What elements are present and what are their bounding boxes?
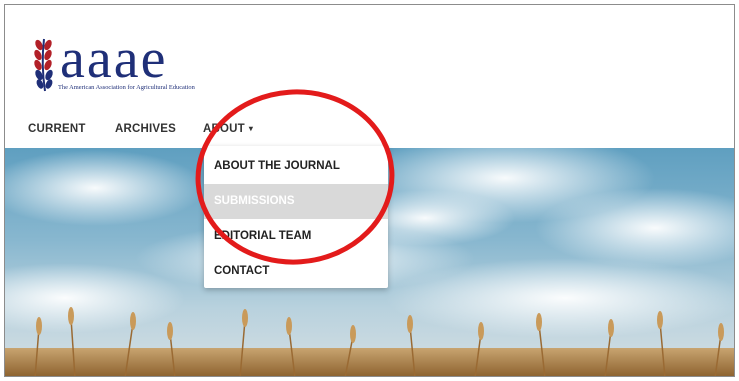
about-dropdown-menu: ABOUT THE JOURNAL SUBMISSIONS EDITORIAL … xyxy=(204,146,388,288)
site-logo[interactable]: aaae The American Association for Agricu… xyxy=(31,31,231,95)
chevron-down-icon: ▾ xyxy=(248,124,254,133)
nav-about[interactable]: ABOUT ▾ xyxy=(203,123,253,135)
menu-item-submissions[interactable]: SUBMISSIONS xyxy=(204,184,388,219)
menu-item-about-the-journal[interactable]: ABOUT THE JOURNAL xyxy=(204,149,388,184)
menu-item-contact[interactable]: CONTACT xyxy=(204,254,388,289)
nav-about-label: ABOUT xyxy=(203,123,245,135)
wheat-icon xyxy=(34,38,53,92)
nav-archives[interactable]: ARCHIVES xyxy=(115,123,176,135)
browser-frame: aaae The American Association for Agricu… xyxy=(4,4,735,377)
logo-tagline: The American Association for Agricultura… xyxy=(58,84,195,91)
menu-item-editorial-team[interactable]: EDITORIAL TEAM xyxy=(204,219,388,254)
nav-current[interactable]: CURRENT xyxy=(28,123,86,135)
logo-wordmark: aaae xyxy=(60,28,168,90)
